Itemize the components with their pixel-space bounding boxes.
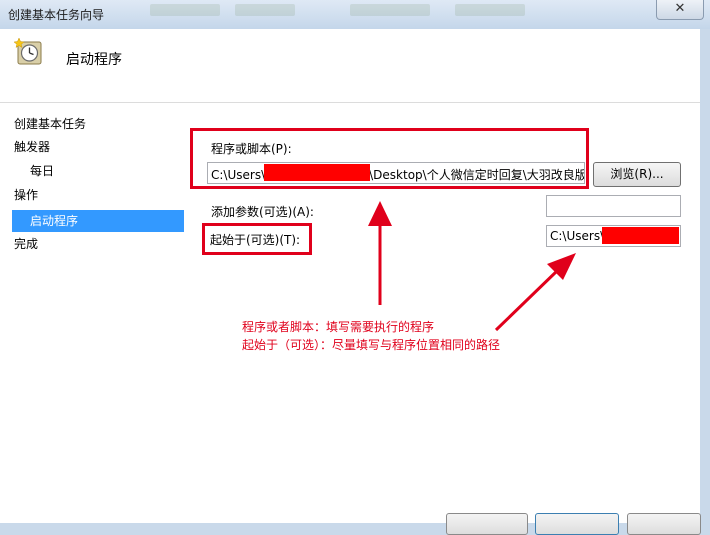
annotation-line: 起始于（可选）：尽量填写与程序位置相同的路径 xyxy=(242,338,501,352)
arrow-diagonal-shaft xyxy=(494,268,560,332)
annotation-line: 程序或者脚本：填写需要执行的程序 xyxy=(242,320,435,334)
annotation-note: 程序或者脚本：填写需要执行的程序 起始于（可选）：尽量填写与程序位置相同的路径 xyxy=(242,318,500,354)
next-button[interactable] xyxy=(535,513,619,535)
back-button[interactable] xyxy=(446,513,528,535)
window-frame-edge xyxy=(700,29,710,523)
arrow-up-head xyxy=(368,201,392,226)
annotation-arrows xyxy=(368,201,576,332)
cancel-button[interactable] xyxy=(627,513,701,535)
